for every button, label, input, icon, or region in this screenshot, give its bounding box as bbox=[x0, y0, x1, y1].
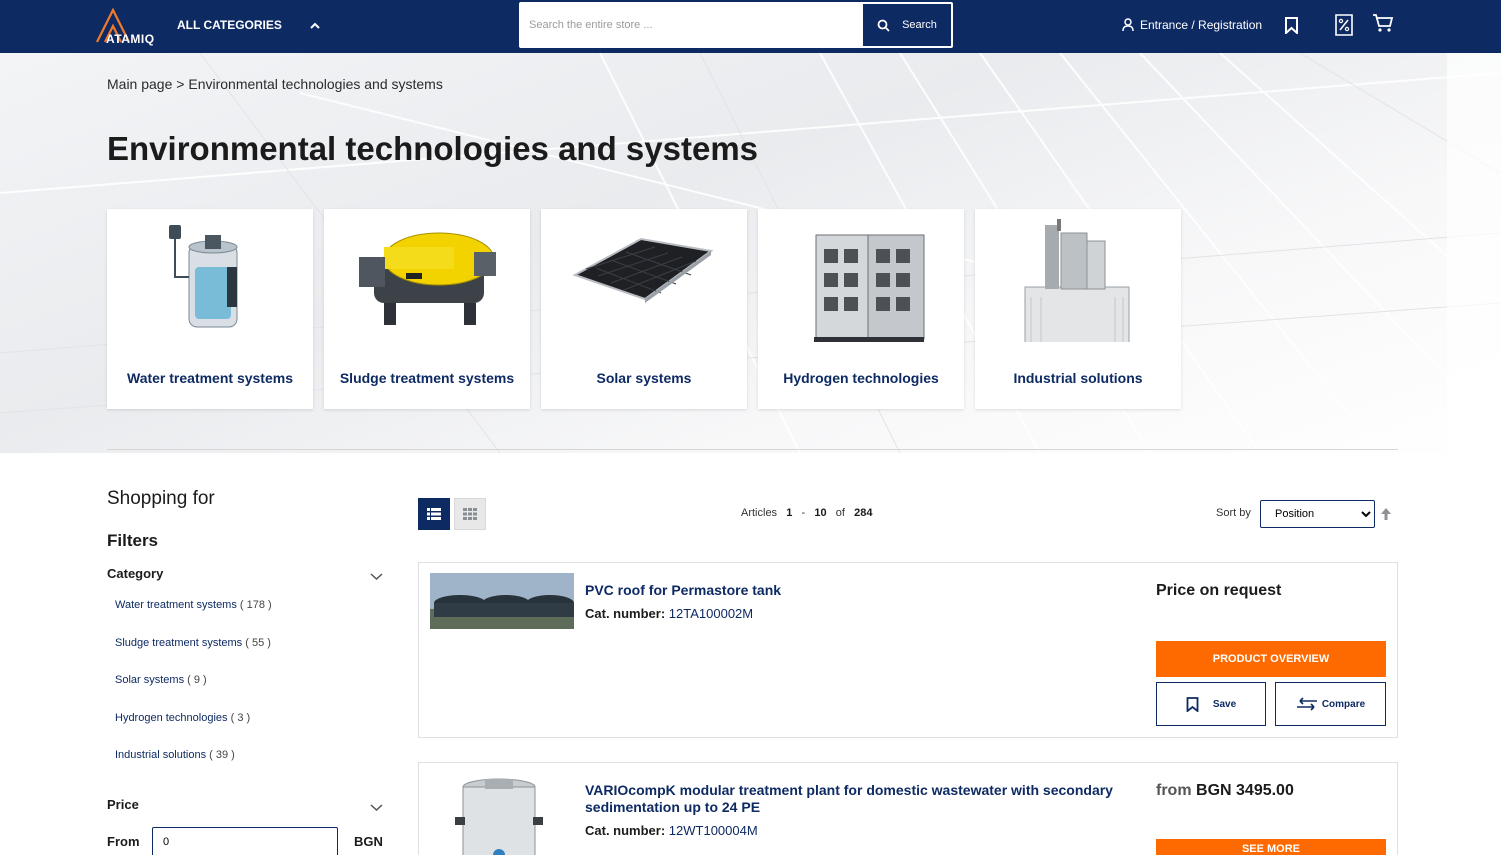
compare-arrows-icon bbox=[1296, 697, 1317, 711]
category-filter-heading[interactable]: Category bbox=[107, 566, 163, 581]
cat-number-value: 12WT100004M bbox=[668, 823, 758, 838]
filter-option-label: Sludge treatment systems bbox=[115, 637, 243, 649]
account-link-label: Entrance / Registration bbox=[1140, 18, 1263, 32]
filter-option-count: ( 9 ) bbox=[187, 674, 207, 686]
product-cat-number: Cat. number: 12WT100004M bbox=[585, 823, 758, 838]
section-divider bbox=[107, 449, 1398, 450]
filter-option-solar-systems[interactable]: Solar systems ( 9 ) bbox=[115, 674, 207, 686]
bookmark-icon bbox=[1186, 696, 1199, 712]
total-count: 284 bbox=[854, 507, 873, 519]
category-card-solar-systems[interactable]: Solar systems bbox=[541, 209, 747, 409]
price-filter-heading[interactable]: Price bbox=[107, 797, 139, 812]
filter-option-label: Industrial solutions bbox=[115, 749, 207, 761]
hydrogen-cabinet-image bbox=[814, 234, 925, 342]
filter-option-label: Solar systems bbox=[115, 674, 185, 686]
bookmark-icon[interactable] bbox=[1284, 17, 1299, 34]
product-price: Price on request bbox=[1156, 582, 1282, 599]
top-navigation-bar: ATAMIQ ALL CATEGORIES Search Entrance / … bbox=[0, 0, 1501, 53]
search-button-label: Search bbox=[902, 19, 937, 31]
breadcrumb: Main page > Environmental technologies a… bbox=[107, 76, 443, 92]
category-card-label: Sludge treatment systems bbox=[339, 370, 515, 386]
filter-option-hydrogen[interactable]: Hydrogen technologies ( 3 ) bbox=[115, 712, 250, 724]
search-box: Search bbox=[519, 2, 953, 48]
grid-view-icon bbox=[463, 508, 477, 520]
price-from-label: From bbox=[107, 834, 140, 849]
filter-option-count: ( 178 ) bbox=[239, 599, 272, 611]
product-thumbnail-image[interactable] bbox=[449, 777, 549, 855]
save-button-label: Save bbox=[1212, 698, 1237, 710]
search-input[interactable] bbox=[529, 4, 859, 46]
filter-option-sludge-treatment[interactable]: Sludge treatment systems ( 55 ) bbox=[115, 637, 271, 649]
all-categories-button[interactable]: ALL CATEGORIES bbox=[177, 18, 282, 32]
price-value: BGN 3495.00 bbox=[1196, 782, 1294, 799]
save-button[interactable]: Save bbox=[1156, 682, 1266, 726]
discount-document-icon[interactable] bbox=[1335, 14, 1353, 36]
list-view-button[interactable] bbox=[418, 498, 450, 530]
filter-option-water-treatment[interactable]: Water treatment systems ( 178 ) bbox=[115, 599, 272, 611]
category-card-label: Water treatment systems bbox=[127, 370, 293, 386]
range-start: 1 bbox=[786, 507, 793, 519]
filter-option-label: Hydrogen technologies bbox=[115, 712, 228, 724]
solar-panel-image bbox=[572, 237, 714, 303]
product-item: PVC roof for Permastore tank Cat. number… bbox=[418, 562, 1398, 738]
product-thumbnail-image[interactable] bbox=[430, 573, 574, 629]
articles-label: Articles bbox=[741, 507, 778, 519]
category-card-sludge-treatment[interactable]: Sludge treatment systems bbox=[324, 209, 530, 409]
product-price: from BGN 3495.00 bbox=[1156, 782, 1294, 800]
sludge-decanter-image bbox=[359, 232, 496, 325]
filter-option-count: ( 3 ) bbox=[230, 712, 251, 724]
breadcrumb-home-link[interactable]: Main page bbox=[107, 76, 172, 92]
grid-view-button[interactable] bbox=[454, 498, 486, 530]
chevron-down-icon[interactable] bbox=[370, 572, 383, 581]
category-card-label: Hydrogen technologies bbox=[783, 370, 939, 386]
list-view-icon bbox=[427, 508, 441, 520]
category-card-label: Industrial solutions bbox=[1013, 370, 1143, 386]
category-card-hydrogen[interactable]: Hydrogen technologies bbox=[758, 209, 964, 409]
product-cat-number: Cat. number: 12TA100002M bbox=[585, 606, 753, 621]
breadcrumb-current: Environmental technologies and systems bbox=[188, 76, 443, 92]
of-label: of bbox=[835, 507, 845, 519]
filter-option-count: ( 39 ) bbox=[209, 749, 235, 761]
see-more-button[interactable]: SEE MORE bbox=[1156, 839, 1386, 855]
account-link[interactable]: Entrance / Registration bbox=[1122, 18, 1262, 32]
shopping-for-heading: Shopping for bbox=[107, 488, 215, 509]
price-from-prefix: from bbox=[1156, 782, 1192, 799]
category-card-industrial[interactable]: Industrial solutions bbox=[975, 209, 1181, 409]
cat-number-value: 12TA100002M bbox=[668, 606, 754, 621]
breadcrumb-separator: > bbox=[176, 76, 185, 92]
chevron-down-icon[interactable] bbox=[370, 803, 383, 812]
filter-option-count: ( 55 ) bbox=[245, 637, 271, 649]
sort-select[interactable]: Position bbox=[1260, 500, 1375, 528]
product-name-link[interactable]: PVC roof for Permastore tank bbox=[585, 582, 1155, 599]
atamiq-logo[interactable]: ATAMIQ bbox=[95, 8, 165, 46]
cat-number-label: Cat. number: bbox=[585, 823, 666, 838]
category-card-label: Solar systems bbox=[596, 370, 692, 386]
brand-name: ATAMIQ bbox=[106, 32, 155, 46]
search-button[interactable]: Search bbox=[863, 4, 951, 46]
sort-direction-arrow-up-icon[interactable] bbox=[1380, 507, 1392, 521]
page-title: Environmental technologies and systems bbox=[107, 130, 759, 167]
range-end: 10 bbox=[814, 507, 827, 519]
cat-number-label: Cat. number: bbox=[585, 606, 666, 621]
search-icon bbox=[877, 19, 890, 32]
filter-option-label: Water treatment systems bbox=[115, 599, 237, 611]
sort-by-label: Sort by bbox=[1216, 507, 1251, 519]
range-separator: - bbox=[801, 507, 806, 519]
product-overview-button[interactable]: PRODUCT OVERVIEW bbox=[1156, 641, 1386, 677]
category-card-water-treatment[interactable]: Water treatment systems bbox=[107, 209, 313, 409]
user-icon bbox=[1122, 18, 1134, 32]
filters-heading: Filters bbox=[107, 531, 159, 550]
product-name-link[interactable]: VARIOcompK modular treatment plant for d… bbox=[585, 782, 1155, 816]
chevron-up-icon[interactable] bbox=[309, 20, 321, 32]
compare-button-label: Compare bbox=[1321, 698, 1366, 710]
filter-option-industrial[interactable]: Industrial solutions ( 39 ) bbox=[115, 749, 235, 761]
cart-icon[interactable] bbox=[1372, 13, 1394, 33]
water-treatment-tank-image bbox=[169, 225, 238, 328]
price-currency: BGN bbox=[354, 834, 383, 849]
industrial-unit-image bbox=[1024, 219, 1130, 342]
price-from-input[interactable] bbox=[152, 827, 338, 855]
compare-button[interactable]: Compare bbox=[1275, 682, 1386, 726]
toolbar-amount: Articles 1 - 10 of 284 bbox=[741, 507, 873, 519]
product-item: VARIOcompK modular treatment plant for d… bbox=[418, 762, 1398, 855]
